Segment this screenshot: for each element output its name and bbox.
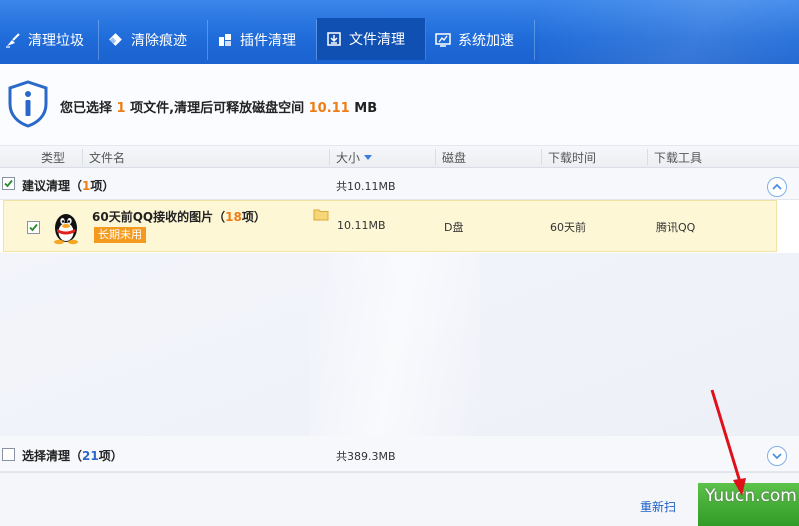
column-tool-label: 下载工具: [654, 151, 703, 165]
column-name-label: 文件名: [89, 151, 126, 165]
tab-label: 插件清理: [240, 33, 296, 49]
list-empty-area: [0, 253, 799, 436]
chevron-down-icon: [772, 453, 782, 460]
column-tool[interactable]: 下载工具: [647, 149, 702, 165]
file-size: 10.11MB: [337, 219, 386, 232]
column-name[interactable]: 文件名: [82, 149, 125, 165]
selected-count: 1: [116, 101, 126, 116]
checkmark-icon: [29, 223, 38, 232]
long-unused-badge: 长期未用: [94, 227, 146, 243]
group-recommended: 建议清理（1项） 共10.11MB: [0, 168, 799, 200]
tab-plugin-clean[interactable]: 插件清理: [208, 20, 317, 60]
column-type-label: 类型: [41, 151, 66, 165]
file-count: 18: [225, 210, 242, 224]
tab-label: 清除痕迹: [131, 33, 187, 49]
file-row[interactable]: 60天前QQ接收的图片（18项） 长期未用 10.11MB D盘 60天前 腾讯…: [3, 200, 777, 252]
group-suffix: 项）: [90, 179, 115, 193]
group-optional: 选择清理（21项） 共389.3MB: [0, 436, 799, 472]
tab-clear-traces[interactable]: 清除痕迹: [99, 20, 208, 60]
file-tool: 腾讯QQ: [656, 221, 696, 234]
tab-clean-junk[interactable]: 清理垃圾: [0, 20, 99, 60]
tab-label: 系统加速: [458, 33, 514, 49]
qq-penguin-icon: [54, 214, 78, 245]
watermark-text: Yuucn.com: [705, 486, 797, 506]
file-suffix: 项）: [241, 210, 266, 224]
group-count: 21: [82, 449, 99, 463]
summary-middle: 项文件,清理后可释放磁盘空间: [130, 101, 305, 116]
file-name: 60天前QQ接收的图片（18项）: [92, 208, 266, 225]
column-time[interactable]: 下载时间: [541, 149, 596, 165]
download-box-icon: [325, 30, 343, 48]
group-optional-label: 选择清理（21项）: [22, 447, 123, 464]
tab-label: 文件清理: [349, 32, 405, 48]
group-recommended-label: 建议清理（1项）: [22, 177, 114, 194]
shield-info-icon: [8, 80, 48, 128]
group-optional-checkbox[interactable]: [2, 448, 15, 461]
file-time: 60天前: [550, 221, 586, 234]
rescan-link[interactable]: 重新扫: [640, 498, 676, 515]
column-disk[interactable]: 磁盘: [435, 149, 466, 165]
file-name-text: 60天前QQ接收的图片（: [92, 210, 226, 224]
top-tab-bar: 清理垃圾 清除痕迹 插件清理 文件清理 系统加速: [0, 0, 799, 64]
group-suffix: 项）: [98, 449, 123, 463]
file-row-checkbox[interactable]: [27, 221, 40, 234]
group-recommended-total: 共10.11MB: [336, 180, 396, 193]
broom-icon: [4, 31, 22, 49]
column-time-label: 下载时间: [548, 151, 597, 165]
expand-button[interactable]: [767, 446, 787, 466]
selection-summary: 您已选择 1 项文件,清理后可释放磁盘空间 10.11 MB: [0, 64, 799, 146]
group-optional-total: 共389.3MB: [336, 450, 396, 463]
group-label-text: 选择清理（: [22, 449, 83, 463]
folder-icon[interactable]: [313, 208, 329, 221]
column-type[interactable]: 类型: [35, 149, 65, 165]
sort-desc-icon: [364, 155, 373, 160]
tab-system-speedup[interactable]: 系统加速: [426, 20, 535, 60]
plugin-icon: [216, 31, 234, 49]
column-header-row: 类型 文件名 大小 磁盘 下载时间 下载工具: [0, 146, 799, 168]
release-size: 10.11: [308, 101, 350, 116]
chevron-up-icon: [772, 183, 782, 190]
column-size[interactable]: 大小: [329, 149, 373, 165]
collapse-button[interactable]: [767, 177, 787, 197]
group-label-text: 建议清理（: [22, 179, 83, 193]
tab-file-clean[interactable]: 文件清理: [317, 18, 426, 60]
column-size-label: 大小: [336, 151, 361, 165]
release-unit: MB: [354, 101, 378, 116]
file-disk: D盘: [444, 221, 464, 234]
bottom-bar: 重新扫: [0, 472, 799, 526]
column-disk-label: 磁盘: [442, 151, 467, 165]
summary-text: 您已选择 1 项文件,清理后可释放磁盘空间 10.11 MB: [60, 97, 377, 116]
eraser-icon: [107, 31, 125, 49]
tab-label: 清理垃圾: [28, 33, 84, 49]
checkmark-icon: [4, 179, 13, 188]
monitor-icon: [434, 31, 452, 49]
summary-prefix: 您已选择: [60, 101, 113, 116]
group-recommended-checkbox[interactable]: [2, 177, 15, 190]
